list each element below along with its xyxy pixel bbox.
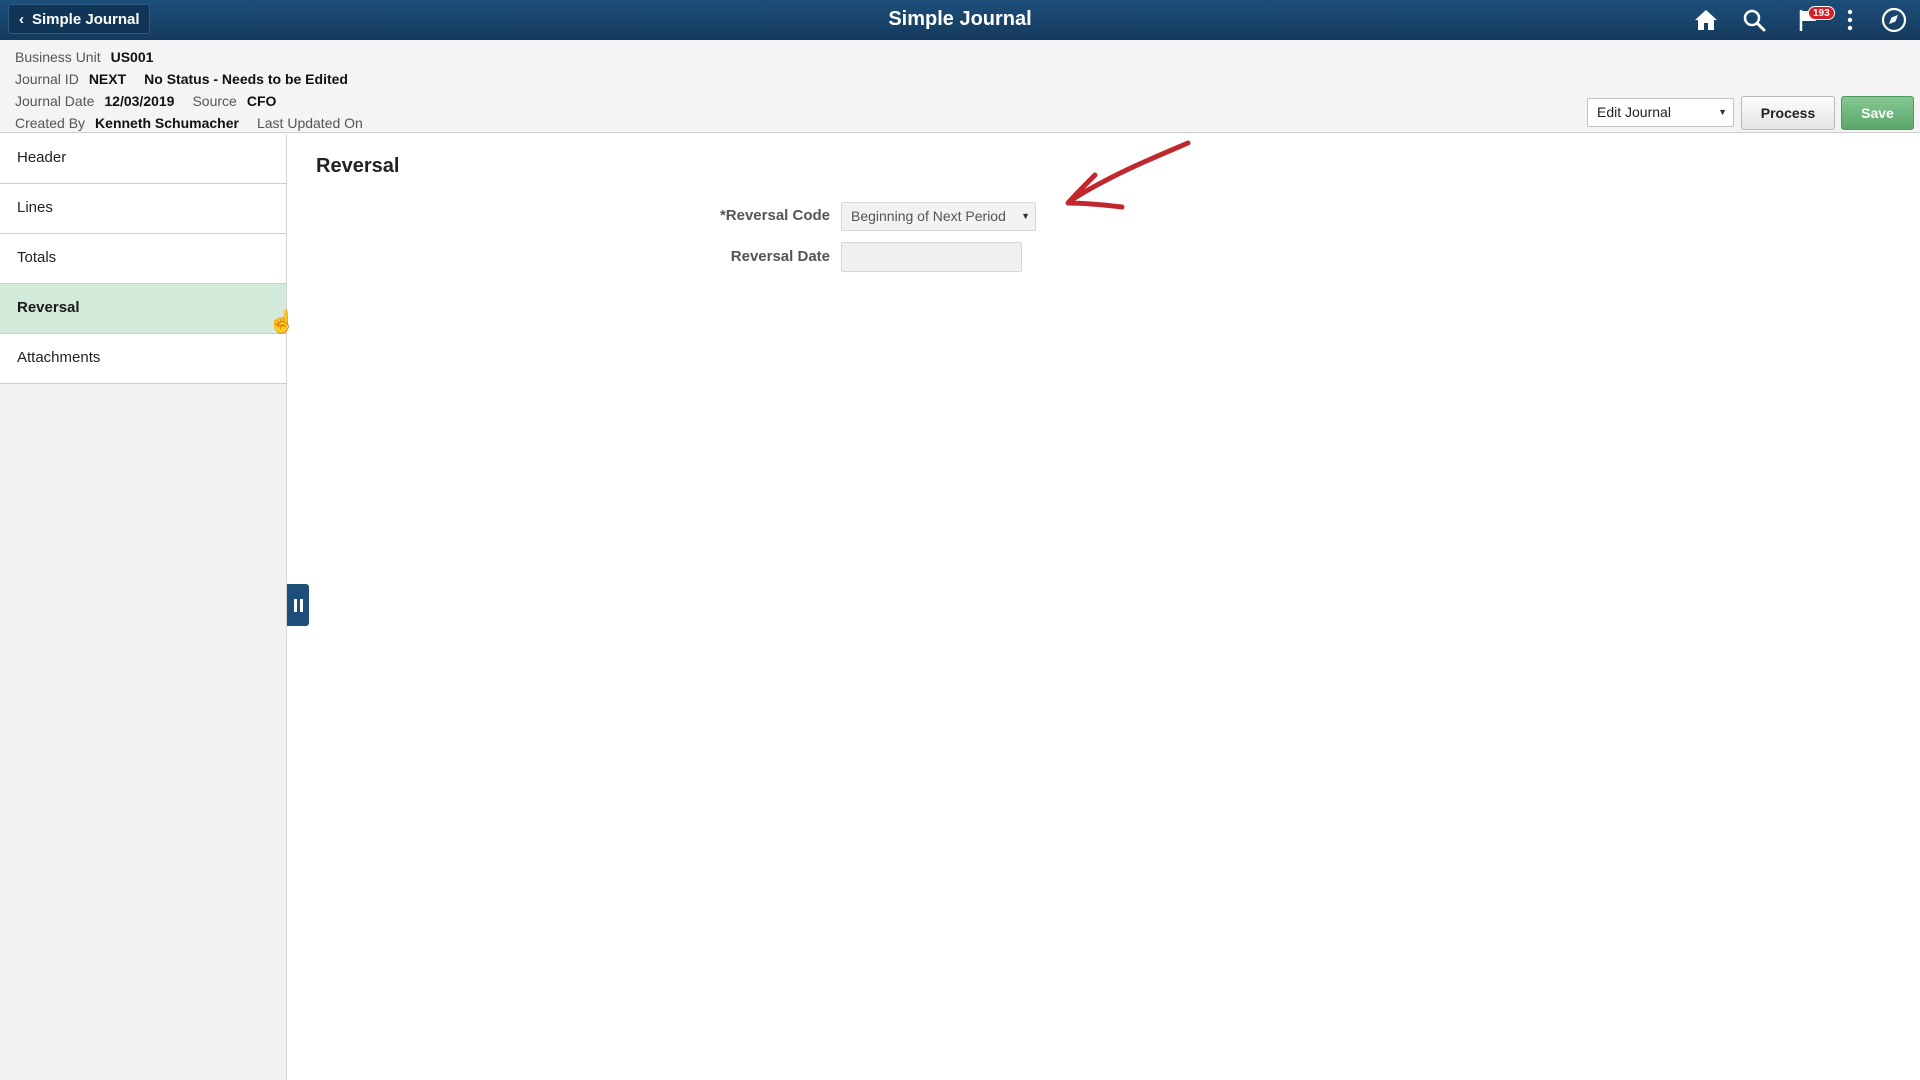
caret-down-icon: ▼ bbox=[1021, 211, 1030, 221]
sidebar-item-header[interactable]: Header bbox=[0, 134, 286, 184]
journal-action-select[interactable]: Edit Journal ▼ bbox=[1587, 98, 1734, 127]
created-by-value: Kenneth Schumacher bbox=[95, 115, 239, 131]
back-button-label: Simple Journal bbox=[32, 10, 140, 28]
last-updated-label: Last Updated On bbox=[256, 115, 363, 131]
reversal-date-input[interactable] bbox=[841, 242, 1022, 272]
chevron-left-icon: ‹ bbox=[19, 10, 24, 28]
page-title-banner: Simple Journal bbox=[888, 8, 1032, 30]
process-button[interactable]: Process bbox=[1741, 96, 1835, 130]
reversal-date-label: Reversal Date bbox=[730, 248, 830, 265]
sidebar-item-totals[interactable]: Totals bbox=[0, 234, 286, 284]
sidebar-item-attachments[interactable]: Attachments bbox=[0, 334, 286, 384]
summary-row-created-by: Created By Kenneth Schumacher Last Updat… bbox=[15, 114, 363, 132]
reversal-code-label: *Reversal Code bbox=[719, 207, 830, 224]
sidebar-item-label: Reversal bbox=[17, 299, 80, 316]
sidebar-item-label: Totals bbox=[17, 249, 57, 266]
journal-id-label: Journal ID bbox=[15, 71, 79, 87]
search-icon[interactable] bbox=[1740, 6, 1768, 34]
sidebar-item-label: Lines bbox=[17, 199, 53, 216]
business-unit-value: US001 bbox=[110, 49, 154, 65]
created-by-label: Created By bbox=[15, 115, 86, 131]
sidebar-item-label: Attachments bbox=[17, 349, 101, 366]
summary-row-journal-date: Journal Date 12/03/2019 Source CFO bbox=[15, 92, 276, 110]
journal-status: No Status - Needs to be Edited bbox=[144, 71, 348, 87]
section-sidebar: Header Lines Totals Reversal ☝ Attachmen… bbox=[0, 134, 295, 1080]
sidebar-item-lines[interactable]: Lines bbox=[0, 184, 286, 234]
journal-summary: Business Unit US001 Journal ID NEXT No S… bbox=[0, 40, 1920, 133]
journal-id-value: NEXT bbox=[88, 71, 127, 87]
journal-date-label: Journal Date bbox=[15, 93, 95, 109]
summary-row-business-unit: Business Unit US001 bbox=[15, 48, 153, 66]
reversal-code-select[interactable]: Beginning of Next Period ▼ bbox=[841, 202, 1036, 231]
reversal-code-value: Beginning of Next Period bbox=[851, 208, 1006, 224]
notifications-button[interactable]: 193 bbox=[1786, 6, 1835, 34]
home-icon[interactable] bbox=[1692, 6, 1720, 34]
annotation-arrow-icon bbox=[1065, 140, 1191, 210]
journal-action-value: Edit Journal bbox=[1597, 104, 1671, 120]
navbar-icon[interactable] bbox=[1880, 6, 1908, 34]
notification-badge: 193 bbox=[1808, 6, 1835, 20]
section-title: Reversal bbox=[316, 155, 400, 177]
business-unit-label: Business Unit bbox=[15, 49, 101, 65]
pause-bar-icon bbox=[293, 598, 297, 612]
sidebar-item-label: Header bbox=[17, 149, 67, 166]
back-button[interactable]: ‹ Simple Journal bbox=[8, 4, 150, 34]
sidebar-item-reversal[interactable]: Reversal ☝ bbox=[0, 284, 295, 334]
pause-bar-icon bbox=[299, 598, 303, 612]
save-button[interactable]: Save bbox=[1841, 96, 1914, 130]
source-label: Source bbox=[192, 93, 237, 109]
collapse-sidebar-handle[interactable] bbox=[287, 584, 309, 626]
source-value: CFO bbox=[246, 93, 277, 109]
top-banner: ‹ Simple Journal Simple Journal 193 bbox=[0, 0, 1920, 40]
summary-row-journal-id: Journal ID NEXT No Status - Needs to be … bbox=[15, 70, 348, 88]
journal-date-value: 12/03/2019 bbox=[104, 93, 175, 109]
more-menu-icon[interactable] bbox=[1840, 6, 1860, 34]
caret-down-icon: ▼ bbox=[1718, 107, 1727, 117]
